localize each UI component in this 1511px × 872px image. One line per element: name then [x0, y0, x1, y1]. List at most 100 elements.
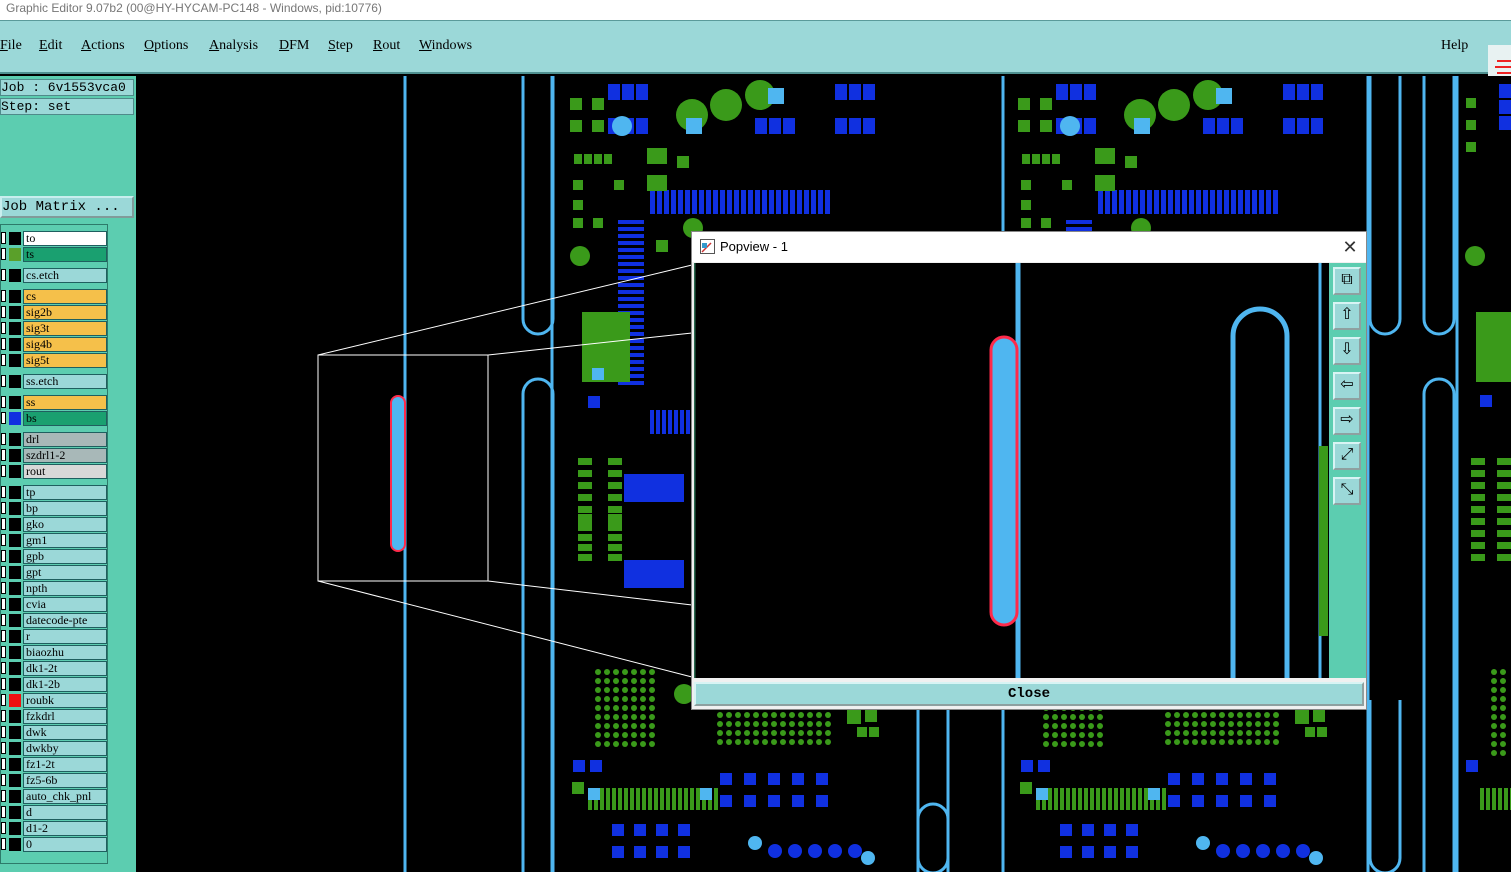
- job-matrix-button[interactable]: Job Matrix ...: [0, 196, 134, 218]
- layer-checkbox[interactable]: [1, 232, 6, 244]
- layer-color-swatch[interactable]: [9, 598, 21, 611]
- pan-down-icon[interactable]: ⇩: [1333, 337, 1361, 365]
- layer-checkbox[interactable]: [1, 774, 6, 786]
- layer-checkbox[interactable]: [1, 614, 6, 626]
- layer-name[interactable]: ts: [23, 247, 107, 262]
- layer-color-swatch[interactable]: [9, 449, 21, 462]
- layer-row[interactable]: fzkdrl: [1, 709, 107, 724]
- layer-checkbox[interactable]: [1, 412, 6, 424]
- layer-color-swatch[interactable]: [9, 678, 21, 691]
- menu-actions[interactable]: Actions: [81, 38, 125, 54]
- layer-row[interactable]: tp: [1, 485, 107, 500]
- layer-color-swatch[interactable]: [9, 758, 21, 771]
- layer-color-swatch[interactable]: [9, 502, 21, 515]
- pan-right-icon[interactable]: ⇨: [1333, 407, 1361, 435]
- layer-name[interactable]: dwk: [23, 725, 107, 740]
- layer-name[interactable]: dwkby: [23, 741, 107, 756]
- layer-color-swatch[interactable]: [9, 248, 21, 261]
- pan-up-icon[interactable]: ⇧: [1333, 302, 1361, 330]
- layer-checkbox[interactable]: [1, 822, 6, 834]
- menu-help[interactable]: Help: [1441, 38, 1468, 54]
- layer-checkbox[interactable]: [1, 662, 6, 674]
- layer-name[interactable]: sig5t: [23, 353, 107, 368]
- layer-checkbox[interactable]: [1, 322, 6, 334]
- layer-name[interactable]: ss.etch: [23, 374, 107, 389]
- layer-name[interactable]: gpb: [23, 549, 107, 564]
- layer-checkbox[interactable]: [1, 742, 6, 754]
- layer-row[interactable]: ss: [1, 395, 107, 410]
- layer-color-swatch[interactable]: [9, 465, 21, 478]
- layer-checkbox[interactable]: [1, 433, 6, 445]
- layer-checkbox[interactable]: [1, 582, 6, 594]
- layer-name[interactable]: to: [23, 231, 107, 246]
- layer-name[interactable]: d: [23, 805, 107, 820]
- layer-color-swatch[interactable]: [9, 710, 21, 723]
- menu-file[interactable]: File: [0, 38, 22, 54]
- layer-name[interactable]: rout: [23, 464, 107, 479]
- menu-edit[interactable]: Edit: [39, 38, 62, 54]
- layer-row[interactable]: dk1-2b: [1, 677, 107, 692]
- layer-name[interactable]: gpt: [23, 565, 107, 580]
- layer-checkbox[interactable]: [1, 758, 6, 770]
- layer-color-swatch[interactable]: [9, 550, 21, 563]
- layer-checkbox[interactable]: [1, 646, 6, 658]
- layer-row[interactable]: dwkby: [1, 741, 107, 756]
- layer-name[interactable]: r: [23, 629, 107, 644]
- layer-name[interactable]: cvia: [23, 597, 107, 612]
- layer-color-swatch[interactable]: [9, 790, 21, 803]
- layer-row[interactable]: cs: [1, 289, 107, 304]
- layer-checkbox[interactable]: [1, 465, 6, 477]
- layer-checkbox[interactable]: [1, 534, 6, 546]
- layer-color-swatch[interactable]: [9, 412, 21, 425]
- layer-checkbox[interactable]: [1, 566, 6, 578]
- zoom-in-icon[interactable]: ⤢: [1333, 442, 1361, 470]
- layer-checkbox[interactable]: [1, 710, 6, 722]
- layer-name[interactable]: cs.etch: [23, 268, 107, 283]
- layer-checkbox[interactable]: [1, 806, 6, 818]
- layer-name[interactable]: gm1: [23, 533, 107, 548]
- layer-name[interactable]: gko: [23, 517, 107, 532]
- layer-color-swatch[interactable]: [9, 742, 21, 755]
- layer-color-swatch[interactable]: [9, 838, 21, 851]
- layer-row[interactable]: ss.etch: [1, 374, 107, 389]
- layer-color-swatch[interactable]: [9, 433, 21, 446]
- layer-checkbox[interactable]: [1, 290, 6, 302]
- layer-row[interactable]: d1-2: [1, 821, 107, 836]
- layer-name[interactable]: szdrl1-2: [23, 448, 107, 463]
- layer-checkbox[interactable]: [1, 598, 6, 610]
- layer-checkbox[interactable]: [1, 396, 6, 408]
- layer-row[interactable]: r: [1, 629, 107, 644]
- layer-name[interactable]: tp: [23, 485, 107, 500]
- menu-rout[interactable]: Rout: [373, 38, 400, 54]
- layer-row[interactable]: gpb: [1, 549, 107, 564]
- layer-checkbox[interactable]: [1, 486, 6, 498]
- layer-color-swatch[interactable]: [9, 662, 21, 675]
- layer-checkbox[interactable]: [1, 630, 6, 642]
- layer-row[interactable]: sig2b: [1, 305, 107, 320]
- layer-checkbox[interactable]: [1, 726, 6, 738]
- layer-color-swatch[interactable]: [9, 486, 21, 499]
- layer-color-swatch[interactable]: [9, 534, 21, 547]
- layer-row[interactable]: to: [1, 231, 107, 246]
- layer-checkbox[interactable]: [1, 502, 6, 514]
- layer-color-swatch[interactable]: [9, 774, 21, 787]
- popview-canvas[interactable]: [694, 263, 1329, 678]
- layer-row[interactable]: auto_chk_pnl: [1, 789, 107, 804]
- layer-row[interactable]: ts: [1, 247, 107, 262]
- layer-name[interactable]: sig4b: [23, 337, 107, 352]
- layer-color-swatch[interactable]: [9, 269, 21, 282]
- layer-row[interactable]: datecode-pte: [1, 613, 107, 628]
- layer-name[interactable]: dk1-2t: [23, 661, 107, 676]
- layer-checkbox[interactable]: [1, 518, 6, 530]
- layer-checkbox[interactable]: [1, 269, 6, 281]
- layer-checkbox[interactable]: [1, 694, 6, 706]
- layer-row[interactable]: cs.etch: [1, 268, 107, 283]
- layer-name[interactable]: cs: [23, 289, 107, 304]
- close-icon[interactable]: ✕: [1338, 235, 1362, 259]
- layer-color-swatch[interactable]: [9, 630, 21, 643]
- layer-name[interactable]: drl: [23, 432, 107, 447]
- layer-row[interactable]: gm1: [1, 533, 107, 548]
- layer-row[interactable]: biaozhu: [1, 645, 107, 660]
- layer-color-swatch[interactable]: [9, 566, 21, 579]
- layer-checkbox[interactable]: [1, 449, 6, 461]
